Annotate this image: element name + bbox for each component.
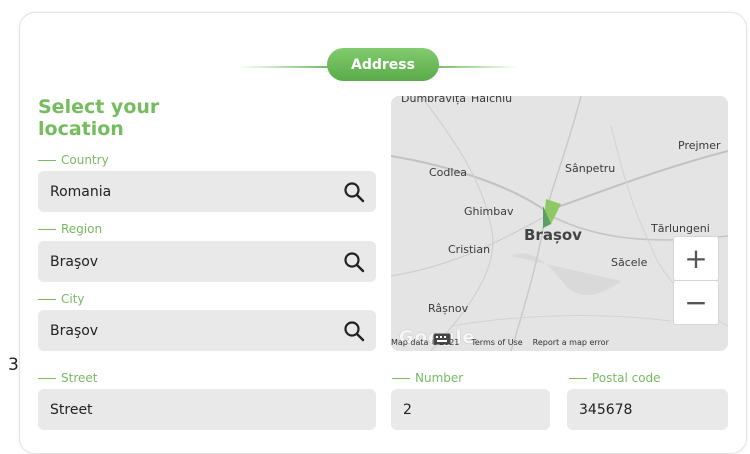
keyboard-icon[interactable]: [433, 333, 451, 345]
country-field[interactable]: Romania: [38, 171, 376, 212]
street-label-text: Street: [61, 371, 98, 385]
location-map[interactable]: Dumbrăvița Hălchiu Prejmer Codlea Sânpet…: [391, 96, 728, 351]
map-place-dumbravita: Dumbrăvița: [401, 96, 467, 105]
section-title-pill: Address: [327, 48, 439, 81]
city-label-text: City: [61, 292, 85, 306]
label-dash: [392, 377, 410, 379]
header-divider-left: [238, 66, 332, 68]
stray-digit: 3: [8, 355, 19, 375]
region-value: Braşov: [50, 253, 99, 270]
number-field[interactable]: 2: [391, 389, 550, 430]
city-label: City: [38, 292, 85, 306]
map-place-prejmer: Prejmer: [678, 139, 721, 152]
map-place-brasov: Brașov: [524, 226, 582, 244]
label-dash: [38, 228, 56, 230]
label-dash: [38, 377, 56, 379]
street-field[interactable]: Street: [38, 389, 376, 430]
number-value: 2: [403, 401, 412, 418]
zoom-out-button[interactable]: −: [673, 280, 719, 325]
map-place-rasnov: Râșnov: [428, 302, 469, 315]
map-place-sacele: Săcele: [611, 256, 648, 269]
postal-code-label: Postal code: [569, 371, 661, 385]
map-footer: Map data ©2021 Terms of Use Report a map…: [391, 333, 728, 351]
search-icon[interactable]: [342, 319, 366, 343]
country-label: Country: [38, 153, 109, 167]
region-label-text: Region: [61, 222, 103, 236]
search-icon[interactable]: [342, 180, 366, 204]
search-icon[interactable]: [342, 250, 366, 274]
number-label-text: Number: [415, 371, 464, 385]
city-value: Braşov: [50, 322, 99, 339]
region-field[interactable]: Braşov: [38, 241, 376, 282]
label-dash: [569, 377, 587, 379]
postal-code-label-text: Postal code: [592, 371, 661, 385]
postal-code-value: 345678: [579, 401, 633, 418]
map-place-cristian: Cristian: [448, 243, 491, 256]
street-value: Street: [50, 401, 93, 418]
map-place-codlea: Codlea: [429, 166, 467, 179]
terms-link[interactable]: Terms of Use: [471, 338, 522, 347]
zoom-in-button[interactable]: +: [673, 236, 719, 281]
city-field[interactable]: Braşov: [38, 310, 376, 351]
region-label: Region: [38, 222, 102, 236]
postal-code-field[interactable]: 345678: [567, 389, 728, 430]
label-dash: [38, 159, 56, 161]
header-divider-right: [432, 66, 518, 68]
form-heading: Select your location: [38, 96, 160, 140]
map-place-tarlungeni: Tărlungeni: [651, 222, 710, 235]
number-label: Number: [392, 371, 463, 385]
report-map-error-link[interactable]: Report a map error: [533, 338, 609, 347]
country-label-text: Country: [61, 153, 109, 167]
country-value: Romania: [50, 183, 112, 200]
map-place-ghimbav: Ghimbav: [464, 205, 514, 218]
map-place-sanpetru: Sânpetru: [565, 162, 616, 175]
label-dash: [38, 298, 56, 300]
map-place-halchiu: Hălchiu: [471, 96, 513, 105]
street-label: Street: [38, 371, 97, 385]
